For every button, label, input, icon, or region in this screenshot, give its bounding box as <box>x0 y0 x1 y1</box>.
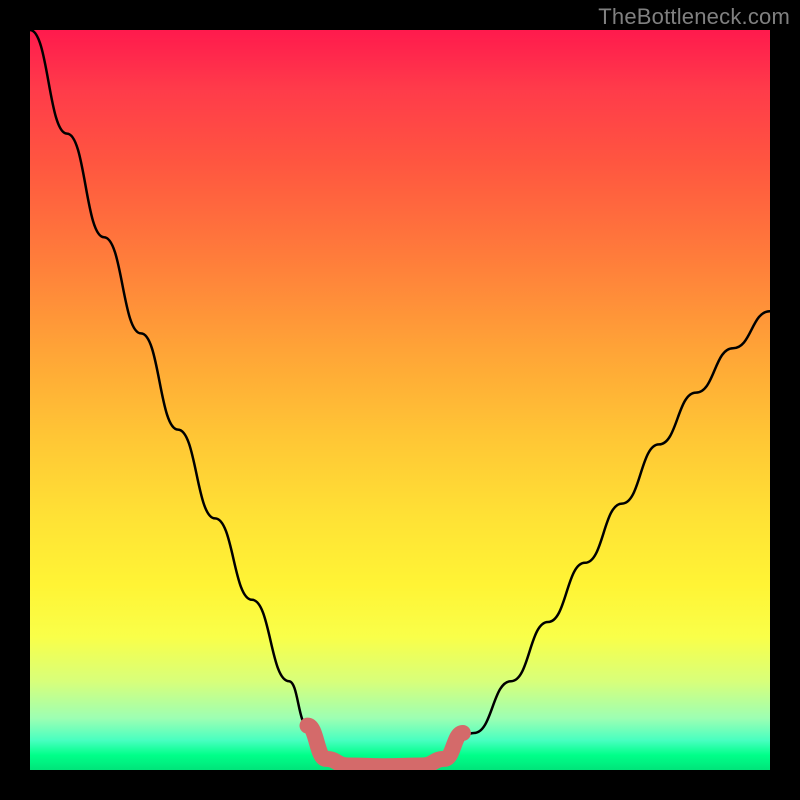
plot-area <box>30 30 770 770</box>
right-curve <box>444 311 770 759</box>
curve-layer <box>30 30 770 770</box>
left-curve <box>30 30 326 759</box>
optimal-zone-highlight <box>308 726 463 767</box>
watermark-text: TheBottleneck.com <box>598 4 790 30</box>
chart-frame: TheBottleneck.com <box>0 0 800 800</box>
